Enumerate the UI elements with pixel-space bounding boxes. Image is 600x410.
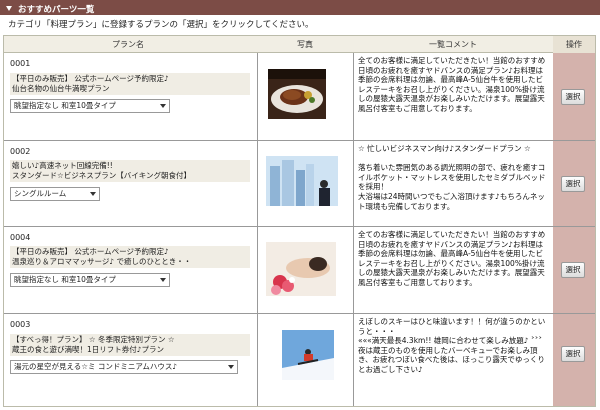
table-header: プラン名 写真 一覧コメント 操作	[4, 36, 595, 53]
room-type-select-value: シングルルーム	[14, 189, 67, 198]
table-row: 0002 嬉しい♪高速ネット回線完備!! スタンダード☆ビジネスプラン【バイキン…	[4, 141, 595, 227]
operation-cell: 選択	[553, 53, 595, 140]
window-title: おすすめパーツ一覧	[18, 4, 95, 15]
table-row: 0003 【すべっ得！プラン】 ☆ 冬季限定特別プラン ☆ 蔵王の食と遊び満喫！…	[4, 314, 595, 406]
plan-name-text: 嬉しい♪高速ネット回線完備!! スタンダード☆ビジネスプラン【バイキング朝食付】	[10, 160, 250, 182]
spa-flowers-photo	[266, 242, 336, 296]
instruction-text: カテゴリ「料理プラン」に登録するプランの「選択」をクリックしてください。	[8, 20, 314, 30]
select-button[interactable]: 選択	[561, 89, 585, 105]
col-header-operation: 操作	[553, 36, 595, 53]
room-type-select-value: 眺望指定なし 和室10畳タイプ	[14, 101, 116, 110]
table-row: 0001 【平日のみ販売】 公式ホームページ予約限定♪ 仙台名物の仙台牛満喫プラ…	[4, 53, 595, 141]
chevron-down-icon	[160, 278, 166, 282]
room-type-select-value: 眺望指定なし 和室10畳タイプ	[14, 275, 116, 284]
operation-cell: 選択	[553, 314, 595, 406]
plan-id: 0002	[10, 147, 31, 156]
chevron-down-icon	[90, 192, 96, 196]
plan-comment: 全てのお客様に満足していただきたい！当館のおすすめ 日頃のお疲れを癒すヤドバンス…	[358, 230, 546, 287]
businessman-skyline-photo	[266, 156, 338, 206]
operation-cell: 選択	[553, 141, 595, 226]
plan-cell: 0002 嬉しい♪高速ネット回線完備!! スタンダード☆ビジネスプラン【バイキン…	[8, 141, 252, 226]
room-type-select[interactable]: 湯元の星空が見える☆ミ コンドミニアムハウス♪	[10, 360, 238, 374]
chevron-down-icon	[160, 104, 166, 108]
plan-name-text: 【すべっ得！プラン】 ☆ 冬季限定特別プラン ☆ 蔵王の食と遊び満喫！1日リフト…	[10, 334, 250, 356]
window-title-bar: おすすめパーツ一覧	[0, 0, 600, 15]
room-type-select[interactable]: シングルルーム	[10, 187, 100, 201]
skier-jump-photo	[282, 330, 334, 380]
room-type-select-value: 湯元の星空が見える☆ミ コンドミニアムハウス♪	[14, 362, 178, 371]
column-divider	[257, 141, 258, 226]
column-divider	[353, 227, 354, 313]
column-divider	[257, 314, 258, 406]
plan-cell: 0003 【すべっ得！プラン】 ☆ 冬季限定特別プラン ☆ 蔵王の食と遊び満喫！…	[8, 314, 252, 406]
column-divider	[257, 53, 258, 140]
plan-comment: ☆ 忙しいビジネスマン向け♪スタンダードプラン ☆ 落ち着いた雰囲気のある調光照…	[358, 144, 546, 211]
table-row: 0004 【平日のみ販売】 公式ホームページ予約限定♪ 温泉巡り＆アロママッサー…	[4, 227, 595, 314]
col-header-plan-name: プラン名	[112, 40, 144, 49]
plan-comment: えぼしのスキーはひと味違います！！何が違うのかというと・・・ «««満天最長4.…	[358, 317, 546, 374]
room-type-select[interactable]: 眺望指定なし 和室10畳タイプ	[10, 273, 170, 287]
col-header-comment: 一覧コメント	[429, 40, 477, 49]
plan-id: 0004	[10, 233, 31, 242]
column-divider	[353, 141, 354, 226]
chevron-down-icon	[228, 365, 234, 369]
column-divider	[353, 314, 354, 406]
plan-cell: 0001 【平日のみ販売】 公式ホームページ予約限定♪ 仙台名物の仙台牛満喫プラ…	[8, 53, 252, 140]
plan-table: プラン名 写真 一覧コメント 操作 0001 【平日のみ販売】 公式ホームページ…	[3, 35, 596, 407]
select-button[interactable]: 選択	[561, 346, 585, 362]
steak-dinner-photo	[268, 69, 326, 119]
select-button[interactable]: 選択	[561, 176, 585, 192]
col-header-photo: 写真	[297, 40, 313, 49]
plan-id: 0003	[10, 320, 31, 329]
plan-name-text: 【平日のみ販売】 公式ホームページ予約限定♪ 仙台名物の仙台牛満喫プラン	[10, 73, 250, 95]
plan-comment: 全てのお客様に満足していただきたい！当館のおすすめ 日頃のお疲れを癒すヤドバンス…	[358, 56, 546, 113]
operation-cell: 選択	[553, 227, 595, 313]
column-divider	[353, 53, 354, 140]
plan-id: 0001	[10, 59, 31, 68]
column-divider	[257, 227, 258, 313]
collapse-chevron-icon[interactable]	[6, 6, 12, 11]
plan-name-text: 【平日のみ販売】 公式ホームページ予約限定♪ 温泉巡り＆アロママッサージ♪ で癒…	[10, 246, 250, 268]
room-type-select[interactable]: 眺望指定なし 和室10畳タイプ	[10, 99, 170, 113]
select-button[interactable]: 選択	[561, 262, 585, 278]
plan-cell: 0004 【平日のみ販売】 公式ホームページ予約限定♪ 温泉巡り＆アロママッサー…	[8, 227, 252, 313]
